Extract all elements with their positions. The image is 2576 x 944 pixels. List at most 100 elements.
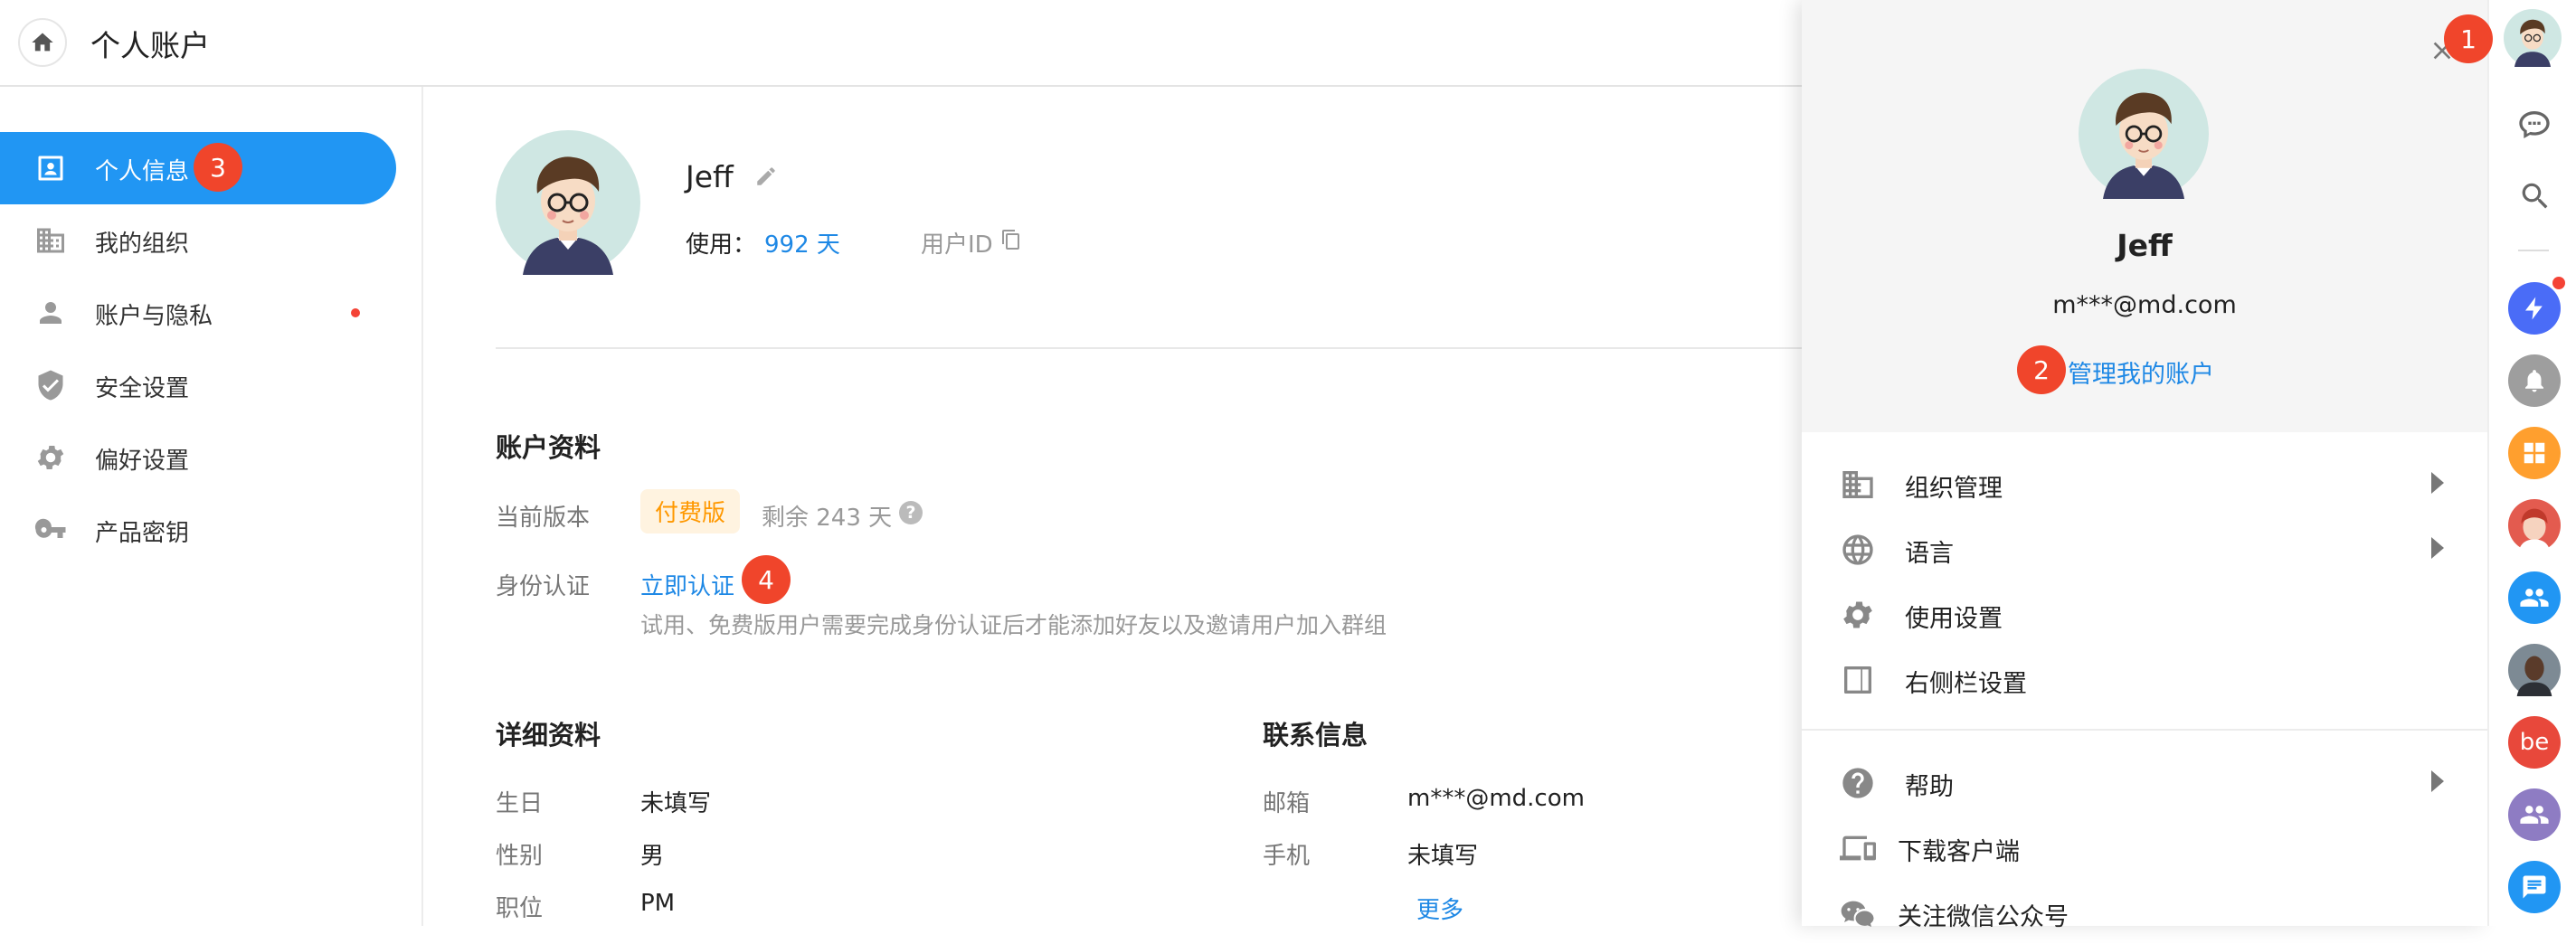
contact-section-title: 联系信息 [1263,720,1368,750]
gear-icon [1843,601,1872,628]
remaining-days: 剩余 243 天 [762,505,893,532]
rail-group-purple[interactable] [2508,788,2561,841]
rail-divider [2518,250,2549,251]
menu-item-label: 语言 [1905,540,1954,568]
rail-messages[interactable] [2508,861,2561,913]
panel-name: Jeff [2117,228,2173,263]
rail-groups[interactable] [2508,571,2561,624]
account-section-title: 账户资料 [496,432,601,463]
email-value[interactable]: m***@md.com [1407,785,1585,812]
group-icon [2520,589,2549,607]
divider [496,347,1802,349]
menu-item-download-client[interactable]: 下载客户端 [1802,814,2487,879]
version-label: 当前版本 [496,505,591,532]
menu-item-label: 关注微信公众号 [1898,903,2069,931]
menu-item-label: 右侧栏设置 [1905,670,2027,698]
chevron-right-icon [2431,472,2444,494]
account-panel: Jeff m***@md.com 2 管理我的账户 组织管理 语言 使用设置 右… [1802,0,2487,931]
contact-card-icon [38,156,63,181]
menu-item-label: 下载客户端 [1898,838,2020,866]
sidebar-item-product-key[interactable]: 产品密钥 [0,494,396,566]
sidebar-item-security[interactable]: 安全设置 [0,349,396,421]
rail-avatar-be[interactable]: be [2508,716,2561,769]
copy-icon[interactable] [1000,229,1022,250]
globe-icon [1842,534,1873,565]
shield-check-icon [38,370,63,401]
rail-apps[interactable] [2508,427,2561,479]
devices-icon [1840,835,1876,861]
notification-dot [351,308,360,317]
verify-now-link[interactable]: 立即认证 [640,568,734,601]
chat-bubble-icon[interactable] [2516,107,2552,143]
building-icon [37,228,64,253]
key-icon [34,518,66,538]
menu-item-language[interactable]: 语言 [1802,515,2487,581]
contact-avatar-photo[interactable] [2508,644,2561,696]
usage-label: 使用： [686,231,757,259]
paid-version-badge: 付费版 [640,489,741,533]
menu-item-label: 使用设置 [1905,605,2003,633]
wechat-icon [1841,901,1874,927]
identity-label: 身份认证 [496,573,591,600]
help-circle-icon [1842,768,1873,798]
position-value[interactable]: PM [640,890,675,917]
sidebar-panel-icon [1844,666,1871,694]
sidebar-item-account-privacy[interactable]: 账户与隐私 [0,277,396,349]
panel-avatar[interactable] [2079,69,2209,199]
right-rail: be [2487,0,2576,926]
details-section-title: 详细资料 [496,720,601,750]
profile-name: Jeff [686,159,734,194]
menu-item-wechat[interactable]: 关注微信公众号 [1802,879,2487,944]
rail-flash-app[interactable] [2508,282,2561,335]
edit-pencil-icon[interactable] [754,165,778,188]
contact-avatar-red-hair[interactable] [2508,499,2561,552]
sidebar: 个人信息 3 我的组织 账户与隐私 安全设置 偏好设置 产品密钥 [0,87,423,926]
group-icon [2520,806,2549,824]
help-icon[interactable]: ? [899,501,923,524]
profile-avatar[interactable] [496,130,640,275]
menu-item-usage-settings[interactable]: 使用设置 [1802,581,2487,646]
lightning-icon [2525,297,2543,320]
menu-item-sidebar-settings[interactable]: 右侧栏设置 [1802,646,2487,711]
position-label: 职位 [496,895,544,922]
chevron-right-icon [2431,537,2444,559]
notification-dot [2552,277,2565,289]
sidebar-item-preferences[interactable]: 偏好设置 [0,421,396,494]
sidebar-item-label: 偏好设置 [95,448,190,475]
person-icon [40,302,62,324]
email-label: 邮箱 [1263,790,1311,817]
usage-value: 992 天 [764,231,840,259]
menu-divider [1802,729,2487,731]
menu-item-help[interactable]: 帮助 [1802,749,2487,814]
sidebar-item-my-org[interactable]: 我的组织 [0,204,396,277]
sidebar-item-label: 安全设置 [95,375,190,402]
more-link[interactable]: 更多 [1416,892,1463,925]
annotation-badge-3: 3 [194,143,242,192]
sidebar-item-label: 账户与隐私 [95,303,213,330]
message-icon [2523,875,2546,899]
manage-account-link[interactable]: 管理我的账户 [2068,354,2214,390]
menu-item-org-management[interactable]: 组织管理 [1802,450,2487,515]
phone-value[interactable]: 未填写 [1407,837,1478,871]
birthday-value[interactable]: 未填写 [640,785,711,818]
sidebar-item-label: 产品密钥 [95,520,190,547]
home-icon [32,33,53,52]
gender-label: 性别 [496,843,544,870]
sidebar-item-label: 个人信息 [95,158,190,185]
building-icon [1842,471,1873,498]
page-title: 个人账户 [90,28,210,63]
sidebar-item-personal-info[interactable]: 个人信息 3 [0,132,396,204]
userid-label: 用户ID [921,231,993,259]
search-icon[interactable] [2518,179,2552,213]
menu-item-label: 组织管理 [1905,475,2003,503]
annotation-badge-1: 1 [2444,14,2493,63]
bell-icon [2525,370,2543,392]
sidebar-item-label: 我的组织 [95,231,190,258]
gender-value[interactable]: 男 [640,837,664,871]
rail-notifications[interactable] [2508,354,2561,407]
rail-avatar[interactable] [2504,9,2562,67]
home-button[interactable] [18,18,67,67]
birthday-label: 生日 [496,790,544,817]
grid-apps-icon [2524,442,2545,464]
annotation-badge-2: 2 [2017,345,2066,394]
